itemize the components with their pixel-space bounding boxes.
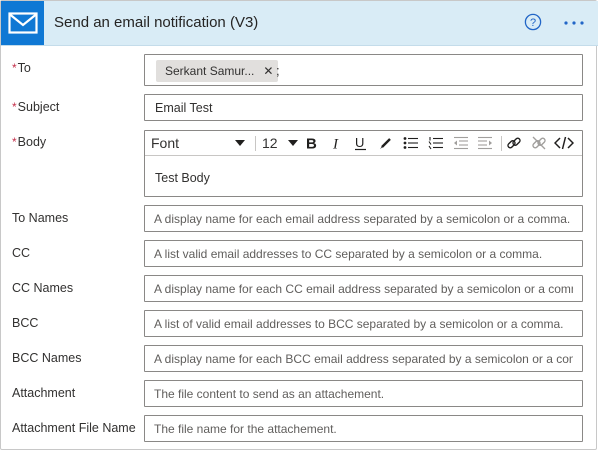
italic-icon[interactable]: I bbox=[327, 131, 347, 155]
body-label: *Body bbox=[12, 135, 47, 149]
svg-text:I: I bbox=[332, 137, 339, 151]
mail-icon bbox=[1, 1, 44, 45]
bcc-input[interactable] bbox=[145, 311, 582, 336]
subject-label: *Subject bbox=[12, 100, 60, 114]
recipient-chip-label: Serkant Samur... bbox=[165, 64, 255, 78]
body-content[interactable]: Test Body bbox=[155, 171, 210, 185]
attachment-field[interactable] bbox=[144, 380, 583, 407]
toolbar-divider bbox=[501, 136, 502, 151]
numbered-list-icon[interactable] bbox=[425, 131, 447, 155]
increase-indent-icon[interactable] bbox=[474, 131, 496, 155]
recipient-chip[interactable]: Serkant Samur... ✕ bbox=[156, 60, 279, 82]
cc-names-field[interactable] bbox=[144, 275, 583, 302]
svg-text:?: ? bbox=[530, 17, 536, 29]
attachment-file-name-label: Attachment File Name bbox=[12, 421, 136, 435]
to-label: *To bbox=[12, 61, 31, 75]
cc-input[interactable] bbox=[145, 241, 582, 266]
to-names-field[interactable] bbox=[144, 205, 583, 232]
font-size-dropdown[interactable]: 12 bbox=[262, 131, 298, 155]
underline-icon[interactable]: U bbox=[351, 131, 371, 155]
attachment-file-name-field[interactable] bbox=[144, 415, 583, 442]
bcc-label: BCC bbox=[12, 316, 39, 330]
cc-label: CC bbox=[12, 246, 31, 260]
required-marker: * bbox=[12, 135, 17, 149]
cc-names-label: CC Names bbox=[12, 281, 74, 295]
formatting-toolbar: Font 12 B I U bbox=[145, 131, 582, 156]
required-marker: * bbox=[12, 100, 17, 114]
bulleted-list-icon[interactable] bbox=[400, 131, 422, 155]
subject-field[interactable]: Email Test bbox=[144, 94, 583, 121]
attachment-input[interactable] bbox=[145, 381, 582, 406]
chevron-down-icon bbox=[288, 140, 298, 146]
body-editor[interactable]: Font 12 B I U Test Body bbox=[144, 130, 583, 197]
cc-field[interactable] bbox=[144, 240, 583, 267]
unlink-icon[interactable] bbox=[528, 131, 550, 155]
attachment-label: Attachment bbox=[12, 386, 76, 400]
action-header[interactable]: Send an email notification (V3) ? bbox=[1, 1, 598, 46]
to-names-label: To Names bbox=[12, 211, 69, 225]
action-title: Send an email notification (V3) bbox=[54, 14, 259, 31]
remove-recipient-icon[interactable]: ✕ bbox=[263, 64, 273, 78]
to-field[interactable]: Serkant Samur... ✕ ; bbox=[144, 54, 583, 86]
decrease-indent-icon[interactable] bbox=[450, 131, 472, 155]
toolbar-divider bbox=[255, 136, 256, 151]
svg-text:B: B bbox=[306, 136, 317, 150]
font-family-dropdown[interactable]: Font bbox=[151, 131, 249, 155]
subject-value: Email Test bbox=[155, 100, 213, 115]
action-card: Send an email notification (V3) ? *To Se… bbox=[0, 0, 598, 450]
code-view-icon[interactable] bbox=[552, 131, 576, 155]
bold-icon[interactable]: B bbox=[302, 131, 322, 155]
bcc-names-input[interactable] bbox=[145, 346, 582, 371]
font-family-value: Font bbox=[151, 135, 180, 151]
font-size-value: 12 bbox=[262, 135, 278, 151]
to-names-input[interactable] bbox=[145, 206, 582, 231]
more-options-icon[interactable] bbox=[561, 12, 587, 34]
recipient-separator: ; bbox=[276, 63, 280, 78]
svg-text:U: U bbox=[355, 135, 364, 150]
chevron-down-icon bbox=[235, 140, 245, 146]
required-marker: * bbox=[12, 61, 17, 75]
attachment-file-name-input[interactable] bbox=[145, 416, 582, 441]
cc-names-input[interactable] bbox=[145, 276, 582, 301]
help-circle-icon[interactable]: ? bbox=[524, 13, 542, 31]
bcc-names-field[interactable] bbox=[144, 345, 583, 372]
link-icon[interactable] bbox=[503, 131, 525, 155]
bcc-names-label: BCC Names bbox=[12, 351, 82, 365]
bcc-field[interactable] bbox=[144, 310, 583, 337]
highlight-brush-icon[interactable] bbox=[376, 131, 396, 155]
